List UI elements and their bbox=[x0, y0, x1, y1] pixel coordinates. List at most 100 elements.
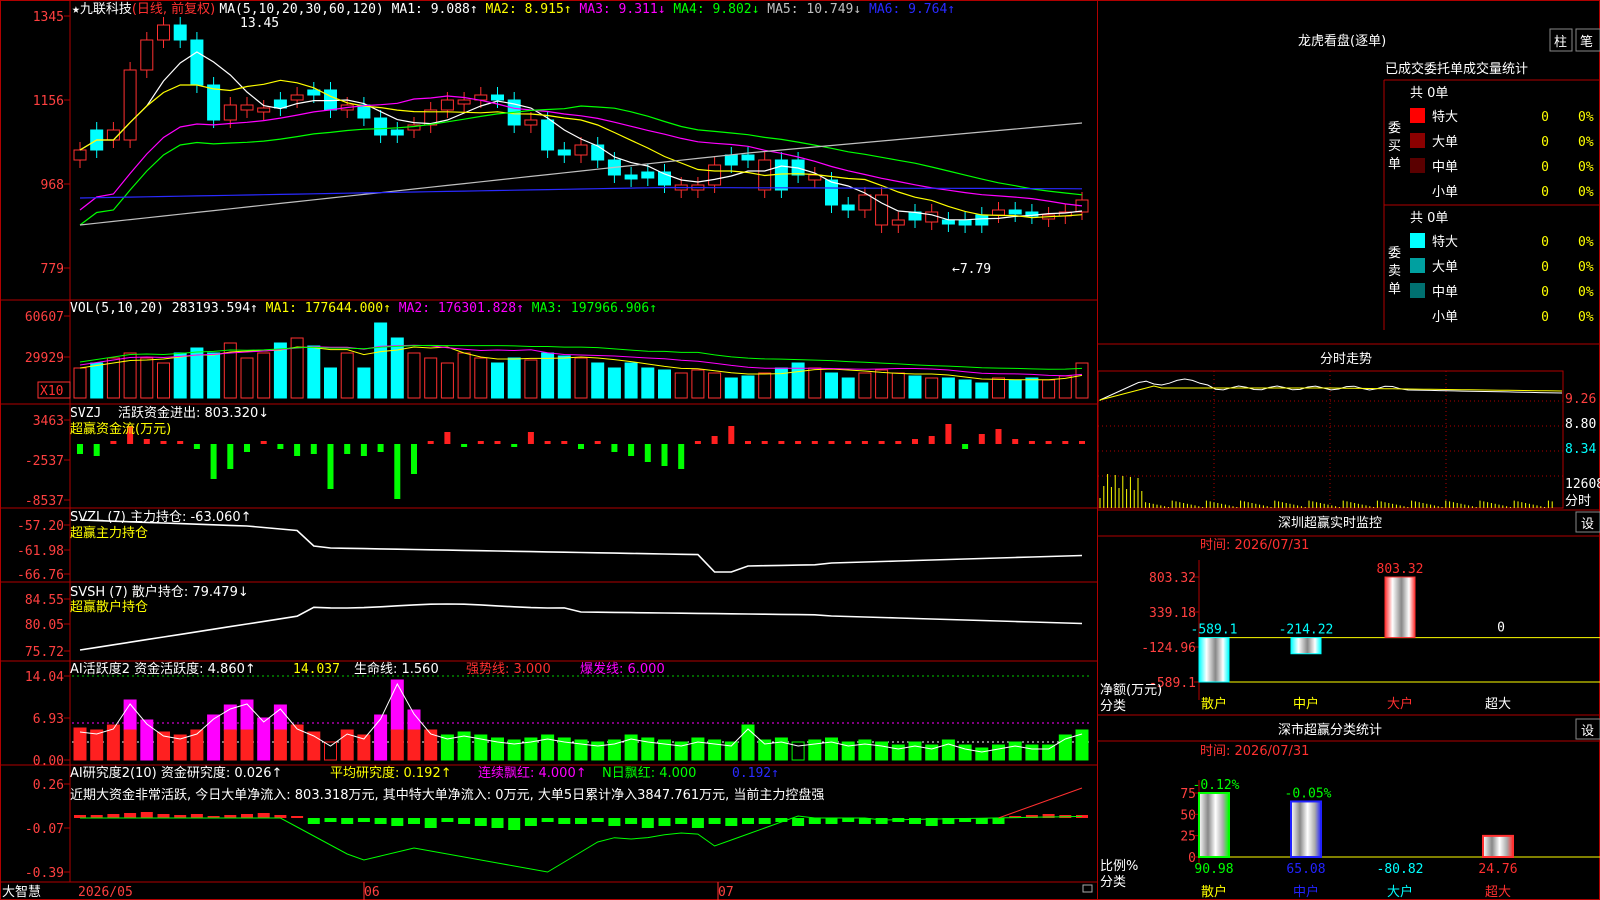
sell-side-label: 委 bbox=[1388, 246, 1401, 261]
sz-monitor-bar bbox=[1290, 637, 1322, 655]
svzj-bar bbox=[828, 441, 835, 444]
svzj-bar bbox=[694, 441, 701, 444]
ai-research-bar bbox=[107, 814, 120, 818]
candle-body bbox=[891, 219, 905, 226]
volume-bar bbox=[841, 377, 855, 399]
candle-body bbox=[123, 69, 137, 141]
ai-active-panel: AI活跃度2 资金活跃度: 4.860↑ 14.037 生命线: 1.560 强… bbox=[25, 661, 1090, 769]
svzj-bar bbox=[77, 444, 83, 454]
svzj-bar bbox=[244, 444, 250, 452]
svzj-bar bbox=[845, 441, 852, 444]
candle-body bbox=[858, 194, 872, 211]
sz-stats-tick-label: 50 bbox=[1180, 808, 1196, 823]
ai-research-bar bbox=[508, 818, 521, 830]
lock-icon[interactable] bbox=[1082, 884, 1093, 893]
candle-body bbox=[624, 174, 638, 180]
ai-active-header: AI活跃度2 资金活跃度: 4.860↑ 14.037 生命线: 1.560 强… bbox=[70, 661, 665, 677]
sz-stats-time: 时间: 2026/07/31 bbox=[1200, 744, 1309, 759]
svsh-title: 超赢散户持仓 bbox=[70, 599, 148, 615]
candle-body bbox=[992, 209, 1005, 216]
sz-stats-bar bbox=[1290, 800, 1322, 859]
sz-monitor-title: 深圳超赢实时监控 bbox=[1278, 515, 1382, 531]
buy-row-pct: 0% bbox=[1578, 185, 1594, 200]
sell-row-value: 0 bbox=[1541, 260, 1549, 275]
candle-body bbox=[207, 84, 221, 121]
sell-row-pct: 0% bbox=[1578, 310, 1594, 325]
sz-stats-pct-label: -0.12% bbox=[1193, 778, 1240, 793]
intraday-tick: 9.26 bbox=[1565, 392, 1596, 407]
sz-monitor-value-label: -589.1 bbox=[1191, 623, 1238, 638]
svzj-bar bbox=[193, 444, 200, 449]
candle-body bbox=[390, 129, 404, 136]
intraday-title: 分时走势 bbox=[1320, 351, 1372, 367]
sz-stats-tick-label: 25 bbox=[1180, 830, 1196, 845]
sell-row-label: 小单 bbox=[1432, 310, 1458, 325]
buy-row-value: 0 bbox=[1541, 185, 1549, 200]
longhu-panel: 龙虎看盘(逐单) 柱 笔 已成交委托单成交量统计 委买单共 0单特大 0 0%大单 0… bbox=[1298, 28, 1600, 330]
volume-bar bbox=[708, 372, 722, 399]
volume-bar bbox=[73, 367, 87, 399]
volume-bar bbox=[975, 382, 989, 399]
brand-label: 大智慧 bbox=[2, 884, 41, 900]
ai-research-bar bbox=[842, 818, 855, 822]
volume-axis: 60607 29929 bbox=[25, 310, 70, 366]
svzj-tick-label: -2537 bbox=[25, 454, 64, 469]
candle-body bbox=[841, 204, 855, 211]
svzj-bar bbox=[527, 432, 534, 444]
volume-bar bbox=[858, 372, 872, 399]
volume-bar bbox=[257, 352, 271, 399]
intraday-chart bbox=[1097, 370, 1564, 509]
ai-active-bar bbox=[591, 741, 605, 761]
volume-bar bbox=[140, 357, 154, 399]
svzj-bar bbox=[511, 444, 518, 447]
sell-row-pct: 0% bbox=[1578, 285, 1594, 300]
intraday-tick: 8.80 bbox=[1565, 417, 1596, 432]
ai-active-bar bbox=[240, 729, 254, 761]
sz-stats-category: 中户 bbox=[1293, 884, 1319, 900]
ai-active-burst: 爆发线: 6.000 bbox=[580, 661, 665, 677]
ai-active-bar bbox=[774, 737, 788, 761]
ma-value: MA4: 9.802↓ bbox=[673, 2, 767, 17]
volume-bar bbox=[407, 352, 421, 399]
ai-active-bar bbox=[390, 729, 404, 761]
sell-row-pct: 0% bbox=[1578, 260, 1594, 275]
candle-body bbox=[457, 99, 471, 105]
volume-bar bbox=[674, 372, 688, 399]
vol-value: MA3: 197966.906↑ bbox=[532, 301, 657, 316]
ai-research-bar bbox=[808, 818, 821, 824]
ai-research-avg: 平均研究度: 0.192↑ bbox=[330, 765, 452, 781]
candle-body bbox=[157, 24, 170, 41]
ai-research-bar bbox=[792, 818, 805, 826]
stock-period: (日线, 前复权) bbox=[132, 1, 220, 17]
sz-monitor-category: 超大 bbox=[1485, 697, 1511, 712]
ai-active-bar bbox=[1025, 744, 1039, 761]
buy-side-label: 委 bbox=[1388, 121, 1401, 136]
sell-color-swatch bbox=[1410, 258, 1425, 273]
svzj-bar bbox=[177, 441, 184, 444]
ai-active-bar bbox=[875, 741, 889, 761]
ai-active-bar bbox=[207, 714, 221, 761]
svzl-tick-label: -61.98 bbox=[17, 544, 64, 559]
ai-active-strong: 强势线: 3.000 bbox=[466, 661, 551, 677]
volume-bar bbox=[474, 357, 488, 399]
volume-bar bbox=[307, 345, 321, 399]
svzj-bar bbox=[895, 441, 902, 444]
intraday-tick: 8.34 bbox=[1565, 442, 1596, 457]
svzl-tick-label: -57.20 bbox=[17, 519, 64, 534]
sell-row-value: 0 bbox=[1541, 310, 1549, 325]
ai-research-bar bbox=[591, 818, 604, 822]
volume-bar bbox=[875, 369, 889, 399]
svzj-bar bbox=[995, 429, 1002, 444]
volume-bar bbox=[374, 322, 388, 399]
svzj-bar bbox=[945, 424, 952, 444]
ai-research-bar bbox=[140, 812, 153, 818]
volume-bar bbox=[340, 352, 354, 399]
sell-row-label: 中单 bbox=[1432, 285, 1458, 300]
svzj-bar bbox=[210, 444, 217, 479]
sz-stats-panel: 深市超赢分类统计 设 时间: 2026/07/31 755025090.98散户… bbox=[1100, 718, 1600, 900]
svzj-bar bbox=[477, 441, 484, 444]
ai-research-bar bbox=[725, 818, 738, 826]
sz-monitor-tick-label: 339.18 bbox=[1149, 606, 1196, 621]
volume-bar bbox=[891, 372, 905, 399]
research-tick-label: -0.39 bbox=[25, 866, 64, 881]
